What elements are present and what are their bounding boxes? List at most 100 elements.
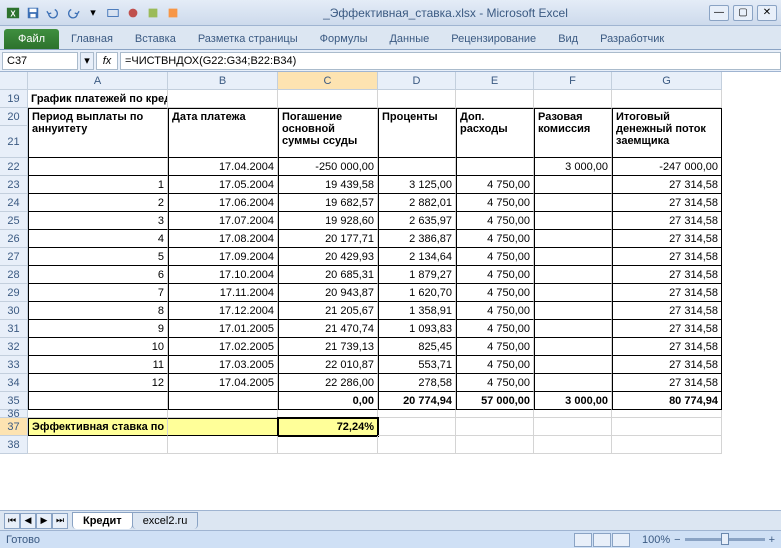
- header-cell-C[interactable]: Погашение основной суммы ссуды: [278, 108, 378, 158]
- cell-D27[interactable]: 2 134,64: [378, 248, 456, 266]
- cell-G37[interactable]: [612, 418, 722, 436]
- cell-F28[interactable]: [534, 266, 612, 284]
- row-header-37[interactable]: 37: [0, 418, 28, 436]
- row-header-21[interactable]: 21: [0, 126, 28, 158]
- row-header-30[interactable]: 30: [0, 302, 28, 320]
- row-header-28[interactable]: 28: [0, 266, 28, 284]
- cell-C19[interactable]: [278, 90, 378, 108]
- cell-B19[interactable]: [168, 90, 278, 108]
- cell-F23[interactable]: [534, 176, 612, 194]
- cell-C28[interactable]: 20 685,31: [278, 266, 378, 284]
- cell-F22[interactable]: 3 000,00: [534, 158, 612, 176]
- tab-home[interactable]: Главная: [61, 29, 123, 49]
- cell-E25[interactable]: 4 750,00: [456, 212, 534, 230]
- cell-F31[interactable]: [534, 320, 612, 338]
- cell-A34[interactable]: 12: [28, 374, 168, 392]
- row-header-23[interactable]: 23: [0, 176, 28, 194]
- cell-E29[interactable]: 4 750,00: [456, 284, 534, 302]
- cell-C27[interactable]: 20 429,93: [278, 248, 378, 266]
- row-header-24[interactable]: 24: [0, 194, 28, 212]
- cell-E28[interactable]: 4 750,00: [456, 266, 534, 284]
- cell-G25[interactable]: 27 314,58: [612, 212, 722, 230]
- cell-E24[interactable]: 4 750,00: [456, 194, 534, 212]
- cell-G22[interactable]: -247 000,00: [612, 158, 722, 176]
- cell-G34[interactable]: 27 314,58: [612, 374, 722, 392]
- cell-F25[interactable]: [534, 212, 612, 230]
- cell-C34[interactable]: 22 286,00: [278, 374, 378, 392]
- cell-D26[interactable]: 2 386,87: [378, 230, 456, 248]
- cell-E38[interactable]: [456, 436, 534, 454]
- cell-E35[interactable]: 57 000,00: [456, 392, 534, 410]
- cell-F30[interactable]: [534, 302, 612, 320]
- name-box[interactable]: C37: [2, 52, 78, 70]
- cell-D28[interactable]: 1 879,27: [378, 266, 456, 284]
- cell-A22[interactable]: [28, 158, 168, 176]
- cell-A33[interactable]: 11: [28, 356, 168, 374]
- row-header-36[interactable]: 36: [0, 410, 28, 418]
- col-header-E[interactable]: E: [456, 72, 534, 90]
- cell-D22[interactable]: [378, 158, 456, 176]
- cell-D38[interactable]: [378, 436, 456, 454]
- cell-C30[interactable]: 21 205,67: [278, 302, 378, 320]
- cell-E22[interactable]: [456, 158, 534, 176]
- qat-extra1-icon[interactable]: [104, 4, 122, 22]
- cell-A37[interactable]: Эффективная ставка по кредиту: [28, 418, 168, 436]
- cell-F24[interactable]: [534, 194, 612, 212]
- header-cell-F[interactable]: Разовая комиссия: [534, 108, 612, 158]
- cell-C23[interactable]: 19 439,58: [278, 176, 378, 194]
- cell-F29[interactable]: [534, 284, 612, 302]
- header-cell-A[interactable]: Период выплаты по аннуитету: [28, 108, 168, 158]
- cell-D29[interactable]: 1 620,70: [378, 284, 456, 302]
- cell-C24[interactable]: 19 682,57: [278, 194, 378, 212]
- tab-page-layout[interactable]: Разметка страницы: [188, 29, 308, 49]
- cell-A36[interactable]: [28, 410, 168, 418]
- cell-G23[interactable]: 27 314,58: [612, 176, 722, 194]
- cell-D35[interactable]: 20 774,94: [378, 392, 456, 410]
- row-header-33[interactable]: 33: [0, 356, 28, 374]
- cell-C26[interactable]: 20 177,71: [278, 230, 378, 248]
- header-cell-E[interactable]: Доп. расходы: [456, 108, 534, 158]
- excel-icon[interactable]: X: [4, 4, 22, 22]
- cell-D30[interactable]: 1 358,91: [378, 302, 456, 320]
- cell-B29[interactable]: 17.11.2004: [168, 284, 278, 302]
- select-all-corner[interactable]: [0, 72, 28, 90]
- cell-G26[interactable]: 27 314,58: [612, 230, 722, 248]
- row-header-22[interactable]: 22: [0, 158, 28, 176]
- header-cell-D[interactable]: Проценты: [378, 108, 456, 158]
- cell-B30[interactable]: 17.12.2004: [168, 302, 278, 320]
- cell-G36[interactable]: [612, 410, 722, 418]
- cell-D31[interactable]: 1 093,83: [378, 320, 456, 338]
- cell-D37[interactable]: [378, 418, 456, 436]
- cell-A23[interactable]: 1: [28, 176, 168, 194]
- qat-extra4-icon[interactable]: [164, 4, 182, 22]
- cell-B34[interactable]: 17.04.2005: [168, 374, 278, 392]
- row-header-34[interactable]: 34: [0, 374, 28, 392]
- col-header-A[interactable]: A: [28, 72, 168, 90]
- worksheet-area[interactable]: ABCDEFG 19202122232425262728293031323334…: [0, 72, 781, 512]
- cell-A35[interactable]: [28, 392, 168, 410]
- zoom-slider[interactable]: [685, 538, 765, 541]
- cell-E23[interactable]: 4 750,00: [456, 176, 534, 194]
- row-header-31[interactable]: 31: [0, 320, 28, 338]
- sheet-nav-first[interactable]: ⏮: [4, 513, 20, 529]
- cell-C38[interactable]: [278, 436, 378, 454]
- cell-G30[interactable]: 27 314,58: [612, 302, 722, 320]
- cell-C32[interactable]: 21 739,13: [278, 338, 378, 356]
- cell-D23[interactable]: 3 125,00: [378, 176, 456, 194]
- row-header-32[interactable]: 32: [0, 338, 28, 356]
- cell-G38[interactable]: [612, 436, 722, 454]
- cell-F33[interactable]: [534, 356, 612, 374]
- name-box-dropdown[interactable]: ▾: [80, 52, 94, 70]
- view-page-layout[interactable]: [593, 533, 611, 547]
- tab-formulas[interactable]: Формулы: [310, 29, 378, 49]
- view-page-break[interactable]: [612, 533, 630, 547]
- cell-F32[interactable]: [534, 338, 612, 356]
- cell-F26[interactable]: [534, 230, 612, 248]
- cell-B27[interactable]: 17.09.2004: [168, 248, 278, 266]
- cell-B23[interactable]: 17.05.2004: [168, 176, 278, 194]
- cell-F37[interactable]: [534, 418, 612, 436]
- row-header-25[interactable]: 25: [0, 212, 28, 230]
- close-button[interactable]: ✕: [757, 5, 777, 21]
- cell-G35[interactable]: 80 774,94: [612, 392, 722, 410]
- cell-E27[interactable]: 4 750,00: [456, 248, 534, 266]
